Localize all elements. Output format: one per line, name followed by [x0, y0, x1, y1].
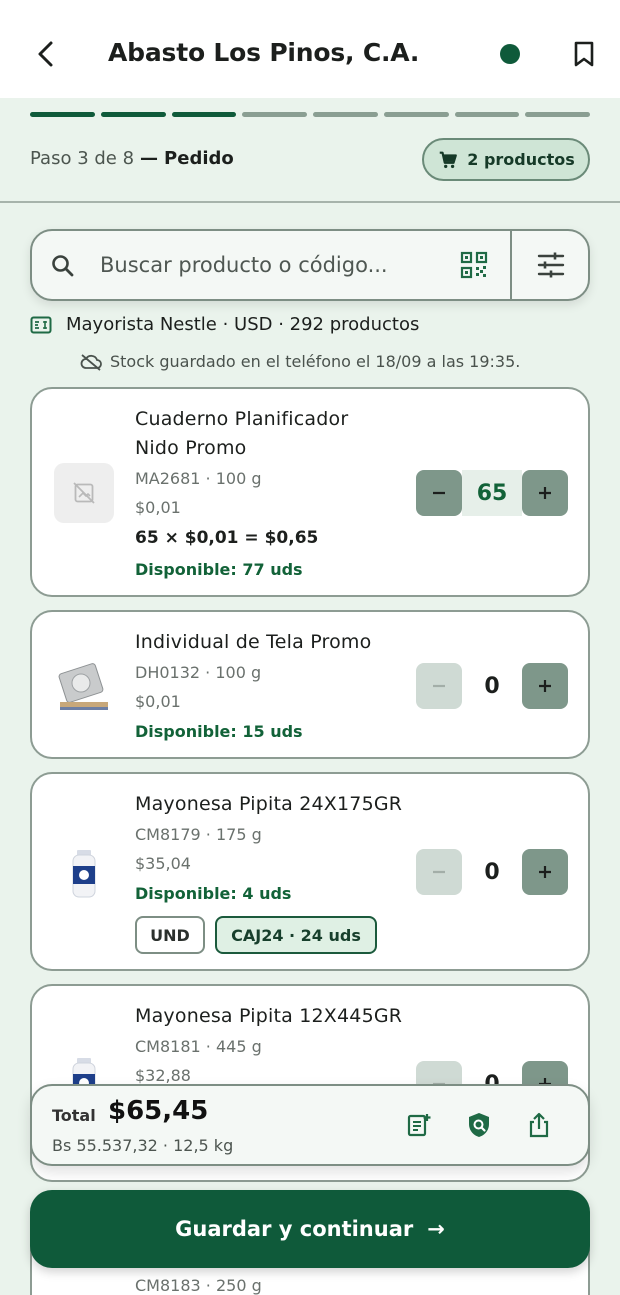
cart-icon — [439, 151, 458, 168]
line-total: 65 × $0,01 = $0,65 — [135, 528, 319, 548]
shield-search-icon — [469, 1113, 489, 1137]
search-bar: Buscar producto o código... — [30, 229, 590, 301]
step-segment — [242, 112, 307, 117]
product-name-line: Nido Promo — [135, 437, 247, 459]
product-name: Individual de Tela Promo — [135, 631, 372, 653]
chevron-left-icon — [38, 41, 53, 67]
catalog-info: Mayorista Nestle · USD · 292 productos — [30, 314, 419, 335]
minus-icon — [433, 870, 445, 874]
quantity-stepper: 0 — [416, 663, 568, 709]
plus-icon — [539, 680, 551, 692]
connection-status-dot — [500, 44, 520, 64]
product-name: Cuaderno Planificador Nido Promo — [135, 405, 348, 463]
product-card[interactable]: Cuaderno Planificador Nido Promo MA2681 … — [30, 387, 590, 597]
increase-button[interactable] — [522, 470, 568, 516]
product-name-line: Cuaderno Planificador — [135, 408, 349, 430]
product-price: $0,01 — [135, 498, 181, 517]
back-button[interactable] — [28, 36, 64, 72]
search-icon — [52, 255, 74, 277]
step-progress-bar — [30, 112, 590, 117]
plus-icon — [539, 487, 551, 499]
step-segment — [30, 112, 95, 117]
cart-count-label: 2 productos — [467, 150, 575, 169]
catalog-info-text: Mayorista Nestle · USD · 292 productos — [66, 314, 420, 335]
order-total-bar: Total $65,45 Bs 55.537,32 · 12,5 kg — [30, 1084, 590, 1166]
minus-icon — [433, 491, 445, 495]
step-name: Pedido — [164, 148, 234, 169]
bookmark-icon — [574, 41, 594, 67]
offline-stock-note: Stock guardado en el teléfono el 18/09 a… — [80, 352, 520, 371]
quantity-value[interactable]: 0 — [462, 663, 522, 709]
sync-note-text: Stock guardado en el teléfono el 18/09 a… — [110, 352, 521, 371]
mayonnaise-jar-image — [72, 850, 96, 898]
share-icon — [529, 1112, 549, 1138]
minus-icon — [433, 684, 445, 688]
quantity-value[interactable]: 0 — [462, 849, 522, 895]
save-continue-button[interactable]: Guardar y continuar → — [30, 1190, 590, 1268]
quantity-stepper: 0 — [416, 849, 568, 895]
decrease-button[interactable] — [416, 849, 462, 895]
step-separator: — — [140, 148, 159, 169]
availability: Disponible: 15 uds — [135, 722, 303, 741]
product-name: Mayonesa Pipita 24X175GR — [135, 793, 403, 815]
increase-button[interactable] — [522, 663, 568, 709]
step-segment — [171, 112, 237, 117]
step-segment — [525, 112, 590, 117]
plus-icon — [539, 866, 551, 878]
product-card[interactable]: Mayonesa Pipita 24X175GR CM8179 · 175 g … — [30, 772, 590, 971]
decrease-button[interactable] — [416, 663, 462, 709]
product-name: Mayonesa Pipita 12X445GR — [135, 1005, 403, 1027]
unit-option-und[interactable]: UND — [135, 916, 205, 954]
note-add-icon — [407, 1114, 431, 1137]
product-code-weight: CM8181 · 445 g — [135, 1037, 262, 1056]
availability: Disponible: 4 uds — [135, 884, 292, 903]
step-segment — [383, 112, 449, 117]
product-price: $0,01 — [135, 692, 181, 711]
cloud-off-icon — [80, 353, 102, 371]
step-segment — [100, 112, 166, 117]
qr-scan-icon[interactable] — [460, 251, 488, 279]
availability: Disponible: 77 uds — [135, 560, 303, 579]
product-code-weight: CM8183 · 250 g — [135, 1276, 262, 1295]
product-image — [54, 656, 114, 716]
cart-summary-button[interactable]: 2 productos — [422, 138, 590, 181]
product-price: $35,04 — [135, 854, 191, 873]
filter-sliders-icon[interactable] — [536, 251, 566, 279]
product-price: $32,88 — [135, 1066, 191, 1085]
product-card[interactable]: Individual de Tela Promo DH0132 · 100 g … — [30, 610, 590, 759]
total-secondary: Bs 55.537,32 · 12,5 kg — [52, 1136, 234, 1155]
total-amount: $65,45 — [108, 1096, 209, 1126]
total-label: Total — [52, 1106, 96, 1125]
product-code-weight: MA2681 · 100 g — [135, 469, 262, 488]
unit-option-caj24[interactable]: CAJ24 · 24 uds — [215, 916, 377, 954]
step-count: Paso 3 de 8 — [30, 148, 135, 169]
search-input[interactable]: Buscar producto o código... — [100, 253, 388, 277]
add-note-button[interactable] — [404, 1110, 434, 1140]
step-segment — [313, 112, 378, 117]
product-image — [54, 844, 114, 904]
save-continue-label: Guardar y continuar — [175, 1217, 414, 1241]
divider — [0, 201, 620, 203]
step-indicator: Paso 3 de 8— Pedido — [30, 148, 234, 169]
product-code-weight: DH0132 · 100 g — [135, 663, 262, 682]
arrow-right-icon: → — [427, 1217, 445, 1241]
placemat-image — [58, 663, 108, 710]
search-divider — [510, 231, 512, 299]
product-image — [54, 463, 114, 523]
price-list-icon — [30, 316, 52, 333]
increase-button[interactable] — [522, 849, 568, 895]
step-segment — [454, 112, 520, 117]
bookmark-button[interactable] — [568, 38, 600, 70]
share-button[interactable] — [524, 1110, 554, 1140]
decrease-button[interactable] — [416, 470, 462, 516]
no-image-icon — [73, 482, 95, 504]
security-check-button[interactable] — [464, 1110, 494, 1140]
quantity-value[interactable]: 65 — [462, 470, 522, 516]
app-header: Abasto Los Pinos, C.A. — [0, 0, 620, 98]
product-code-weight: CM8179 · 175 g — [135, 825, 262, 844]
page-title: Abasto Los Pinos, C.A. — [108, 38, 420, 67]
quantity-stepper: 65 — [416, 470, 568, 516]
